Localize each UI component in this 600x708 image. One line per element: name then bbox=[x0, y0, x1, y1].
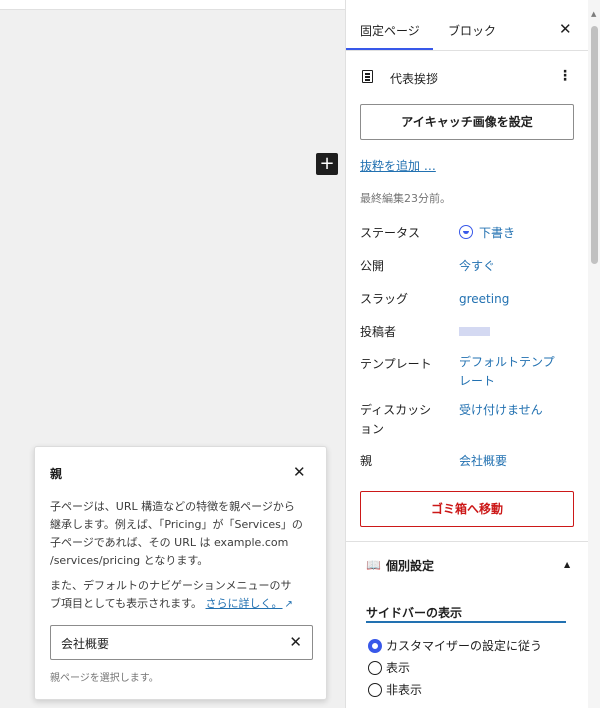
radio-hide[interactable] bbox=[368, 683, 382, 697]
author-value[interactable] bbox=[459, 327, 490, 336]
settings-sidebar: 固定ページ ブロック ✕ 代表挨拶 ⋮ アイキャッチ画像を設定 抜粋を追加 … … bbox=[345, 0, 600, 708]
move-to-trash-button[interactable]: ゴミ箱へ移動 bbox=[360, 491, 574, 527]
scrollbar-thumb[interactable] bbox=[591, 26, 598, 264]
tabs-divider bbox=[346, 50, 588, 51]
parent-page-value[interactable]: 会社概要 bbox=[61, 635, 109, 652]
panel-divider bbox=[346, 541, 588, 542]
popover-description: 子ページは、URL 構造などの特徴を親ページから 継承します。例えば、「Pric… bbox=[50, 500, 303, 567]
chevron-up-icon[interactable]: ▲ bbox=[564, 560, 570, 569]
publish-value[interactable]: 今すぐ bbox=[459, 257, 495, 276]
popover-title: 親 bbox=[50, 467, 63, 481]
add-excerpt-link[interactable]: 抜粋を追加 … bbox=[360, 157, 436, 174]
tab-block[interactable]: ブロック bbox=[448, 22, 496, 39]
tab-page[interactable]: 固定ページ bbox=[360, 22, 420, 39]
custom-settings-panel-title[interactable]: 個別設定 bbox=[386, 557, 434, 574]
slug-label: スラッグ bbox=[360, 292, 409, 306]
radio-show[interactable] bbox=[368, 661, 382, 675]
close-icon[interactable]: ✕ bbox=[559, 20, 572, 38]
parent-page-popover: 親 ✕ 子ページは、URL 構造などの特徴を親ページから 継承します。例えば、「… bbox=[34, 446, 327, 700]
publish-label: 公開 bbox=[360, 259, 385, 273]
sidebar-scrollbar[interactable]: ▲ bbox=[588, 0, 600, 708]
plus-icon[interactable]: + bbox=[316, 153, 338, 175]
radio-label-hide[interactable]: 非表示 bbox=[386, 682, 422, 698]
popover-help-text: 親ページを選択します。 bbox=[50, 673, 159, 684]
radio-follow-customizer[interactable] bbox=[368, 639, 382, 653]
sidebar-display-title: サイドバーの表示 bbox=[366, 606, 463, 620]
scroll-up-arrow-icon[interactable]: ▲ bbox=[591, 10, 596, 18]
draft-status-icon bbox=[459, 225, 473, 239]
set-featured-image-button[interactable]: アイキャッチ画像を設定 bbox=[360, 104, 574, 140]
author-label: 投稿者 bbox=[360, 325, 397, 339]
editor-top-edge bbox=[0, 0, 345, 10]
parent-label: 親 bbox=[360, 454, 373, 468]
external-link-icon: ↗ bbox=[284, 599, 293, 610]
document-icon bbox=[362, 70, 373, 83]
status-value[interactable]: 下書き bbox=[459, 224, 515, 243]
status-label: ステータス bbox=[360, 226, 421, 240]
learn-more-link[interactable]: さらに詳しく。 bbox=[206, 597, 283, 610]
discussion-label: ディスカッシ ョン bbox=[360, 403, 432, 436]
parent-value[interactable]: 会社概要 bbox=[459, 452, 507, 471]
slug-value[interactable]: greeting bbox=[459, 290, 509, 309]
discussion-value[interactable]: 受け付けません bbox=[459, 401, 543, 420]
parent-page-combobox[interactable]: 会社概要 ✕ bbox=[50, 625, 313, 660]
last-edited-text: 最終編集23分前。 bbox=[360, 192, 451, 205]
book-icon: 📖 bbox=[366, 558, 381, 572]
close-icon[interactable]: ✕ bbox=[293, 463, 306, 481]
popover-note: また、デフォルトのナビゲーションメニューのサ ブ項目としても表示されます。 さら… bbox=[50, 579, 293, 610]
template-label: テンプレート bbox=[360, 357, 432, 371]
page-title: 代表挨拶 bbox=[390, 72, 439, 86]
radio-label-show[interactable]: 表示 bbox=[386, 660, 410, 676]
radio-label-follow-customizer[interactable]: カスタマイザーの設定に従う bbox=[386, 638, 542, 654]
sidebar-display-underline bbox=[366, 621, 566, 623]
template-value[interactable]: デフォルトテンプ レート bbox=[459, 353, 555, 391]
more-vertical-icon[interactable]: ⋮ bbox=[558, 68, 572, 84]
close-icon[interactable]: ✕ bbox=[289, 633, 302, 651]
